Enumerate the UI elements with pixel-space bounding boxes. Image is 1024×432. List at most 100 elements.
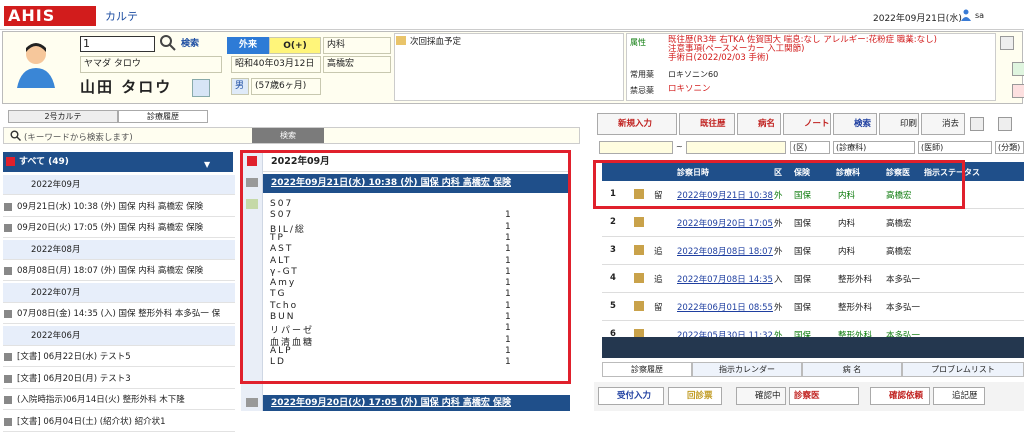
chevron-down-icon[interactable]: ▼ — [204, 160, 210, 169]
tab-karte-2[interactable]: 2号カルテ — [8, 110, 118, 123]
tab-order-calendar[interactable]: 指示カレンダー — [692, 362, 802, 377]
row-date[interactable]: 2022年08月08日 18:07 — [677, 245, 773, 257]
edit-icon[interactable] — [634, 301, 644, 311]
patient-id-input[interactable]: 1 — [80, 36, 155, 52]
category-filter[interactable]: (分類) — [995, 141, 1024, 154]
row-doctor: 高橋宏 — [886, 247, 912, 257]
highlight-box-row — [593, 160, 965, 209]
window-title: カルテ — [105, 10, 138, 23]
month-group[interactable]: 2022年09月 — [3, 175, 235, 195]
record-icon — [246, 398, 258, 407]
regular-medicine-value: ロキソニン60 — [668, 70, 719, 79]
patient-kanji-name: 山田 タロウ — [80, 78, 173, 96]
doctor-field: 高橋宏 — [323, 56, 391, 73]
doctor-select[interactable]: 診察医 — [789, 387, 859, 405]
row-date[interactable]: 2022年09月20日 17:05 — [677, 217, 773, 229]
row-insurance: 国保 — [794, 247, 812, 257]
edit-icon[interactable] — [634, 217, 644, 227]
clear-button[interactable]: 消去 — [921, 113, 965, 135]
regular-medicine-label: 常用薬 — [630, 70, 654, 79]
tab-exam-history[interactable]: 診察履歴 — [602, 362, 692, 377]
doctor-filter[interactable]: (医師) — [918, 141, 992, 154]
row-number: 3 — [610, 245, 616, 255]
row-number: 4 — [610, 273, 616, 283]
history-item[interactable]: [文書] 06月20日(月) テスト3 — [3, 369, 235, 389]
row-date[interactable]: 2022年06月01日 08:55 — [677, 301, 773, 313]
row-number: 5 — [610, 301, 616, 311]
row-department: 整形外科 — [838, 303, 873, 313]
patient-avatar-icon — [17, 43, 55, 88]
tab-problem-list[interactable]: プロブレムリスト — [902, 362, 1024, 377]
month-group[interactable]: 2022年07月 — [3, 282, 235, 303]
row-mark: 留 — [654, 303, 663, 313]
date-from-input[interactable] — [599, 141, 673, 154]
right-tabs: 診察履歴 指示カレンダー 病 名 プロブレムリスト — [602, 362, 1024, 377]
disease-button[interactable]: 病名 — [737, 113, 781, 135]
department-field: 内科 — [323, 37, 391, 54]
edit-icon[interactable] — [634, 273, 644, 283]
reception-input-button[interactable]: 受付入力 — [598, 387, 664, 405]
row-ku: 外 — [774, 247, 783, 257]
contraindicated-value: ロキソニン — [668, 84, 711, 94]
history-item[interactable]: 07月08日(金) 14:35 (入) 国保 整形外科 本多弘一 保 — [3, 304, 235, 324]
user-icon — [961, 9, 971, 21]
tool-icon[interactable] — [998, 117, 1012, 131]
patient-card-icon[interactable] — [192, 79, 210, 97]
ku-filter[interactable]: (区) — [790, 141, 830, 154]
entry-header-2[interactable]: 2022年09月20日(火) 17:05 (外) 国保 内科 高橋宏 保険 — [263, 395, 570, 411]
patient-search-button[interactable]: 検索 — [181, 36, 215, 52]
close-icon[interactable] — [1012, 84, 1024, 98]
toolbar-icon-1[interactable] — [1000, 36, 1014, 50]
history-item[interactable]: (入院時指示)06月14日(火) 整形外科 木下隆 — [3, 390, 235, 410]
table-row[interactable]: 4 追 2022年07月08日 14:35 入 国保 整形外科 本多弘一 — [602, 265, 1024, 293]
all-records-header[interactable]: すべて (49) — [3, 152, 233, 172]
app-logo: AHIS — [4, 6, 96, 26]
sex-field: 男 — [231, 78, 249, 95]
confirm-request-button[interactable]: 確認依頼 — [870, 387, 930, 405]
tab-disease[interactable]: 病 名 — [802, 362, 902, 377]
keyword-search-button[interactable]: 検索 — [252, 128, 324, 143]
keyword-search-input[interactable]: (キーワードから検索します) — [24, 131, 133, 143]
row-date[interactable]: 2022年07月08日 14:35 — [677, 273, 773, 285]
row-mark: 追 — [654, 247, 663, 257]
contraindicated-label: 禁忌薬 — [630, 86, 654, 95]
memo-icon — [396, 36, 406, 45]
date-to-input[interactable] — [686, 141, 786, 154]
check-icon[interactable] — [1012, 62, 1024, 76]
rounds-button[interactable]: 回診票 — [668, 387, 722, 405]
table-row[interactable]: 5 留 2022年06月01日 08:55 外 国保 整形外科 本多弘一 — [602, 293, 1024, 321]
print-button[interactable]: 印刷 — [879, 113, 919, 135]
history-item[interactable]: [文書] 06月22日(水) テスト5 — [3, 347, 235, 367]
history-item[interactable]: 08月08日(月) 18:07 (外) 国保 内科 高橋宏 保険 — [3, 261, 235, 281]
history-item[interactable]: [文書] 06月04日(土) (紹介状) 紹介状1 — [3, 412, 235, 432]
history-button[interactable]: 既往歴 — [679, 113, 735, 135]
month-group[interactable]: 2022年06月 — [3, 325, 235, 346]
table-footer-bar — [602, 337, 1024, 358]
patient-kana-name: ヤマダ タロウ — [80, 56, 222, 73]
history-item[interactable]: 09月21日(水) 10:38 (外) 国保 内科 高橋宏 保険 — [3, 197, 235, 217]
row-ku: 外 — [774, 303, 783, 313]
month-group[interactable]: 2022年08月 — [3, 239, 235, 260]
table-row[interactable]: 3 追 2022年08月08日 18:07 外 国保 内科 高橋宏 — [602, 237, 1024, 265]
birth-date: 昭和40年03月12日 — [231, 56, 321, 73]
department-filter[interactable]: (診療科) — [833, 141, 915, 154]
note-button[interactable]: ノート — [783, 113, 831, 135]
new-entry-button[interactable]: 新規入力 — [597, 113, 677, 135]
edit-icon[interactable] — [634, 245, 644, 255]
row-insurance: 国保 — [794, 219, 812, 229]
history-item[interactable]: 09月20日(火) 17:05 (外) 国保 内科 高橋宏 保険 — [3, 218, 235, 238]
tool-icon[interactable] — [970, 117, 984, 131]
search-icon — [10, 130, 21, 141]
highlight-box-detail — [240, 150, 571, 384]
row-department: 内科 — [838, 219, 856, 229]
search-icon[interactable] — [159, 34, 177, 52]
row-mark: 追 — [654, 275, 663, 285]
search-button[interactable]: 検索 — [833, 113, 877, 135]
age-field: (57歳6ヶ月) — [251, 78, 321, 95]
table-row[interactable]: 2 2022年09月20日 17:05 外 国保 内科 高橋宏 — [602, 209, 1024, 237]
date-range-tilde: ~ — [676, 142, 683, 151]
append-history-button[interactable]: 追記歴 — [933, 387, 985, 405]
confirming-toggle[interactable]: 確認中 — [736, 387, 786, 405]
row-number: 2 — [610, 217, 616, 227]
tab-history[interactable]: 診療履歴 — [118, 110, 208, 123]
